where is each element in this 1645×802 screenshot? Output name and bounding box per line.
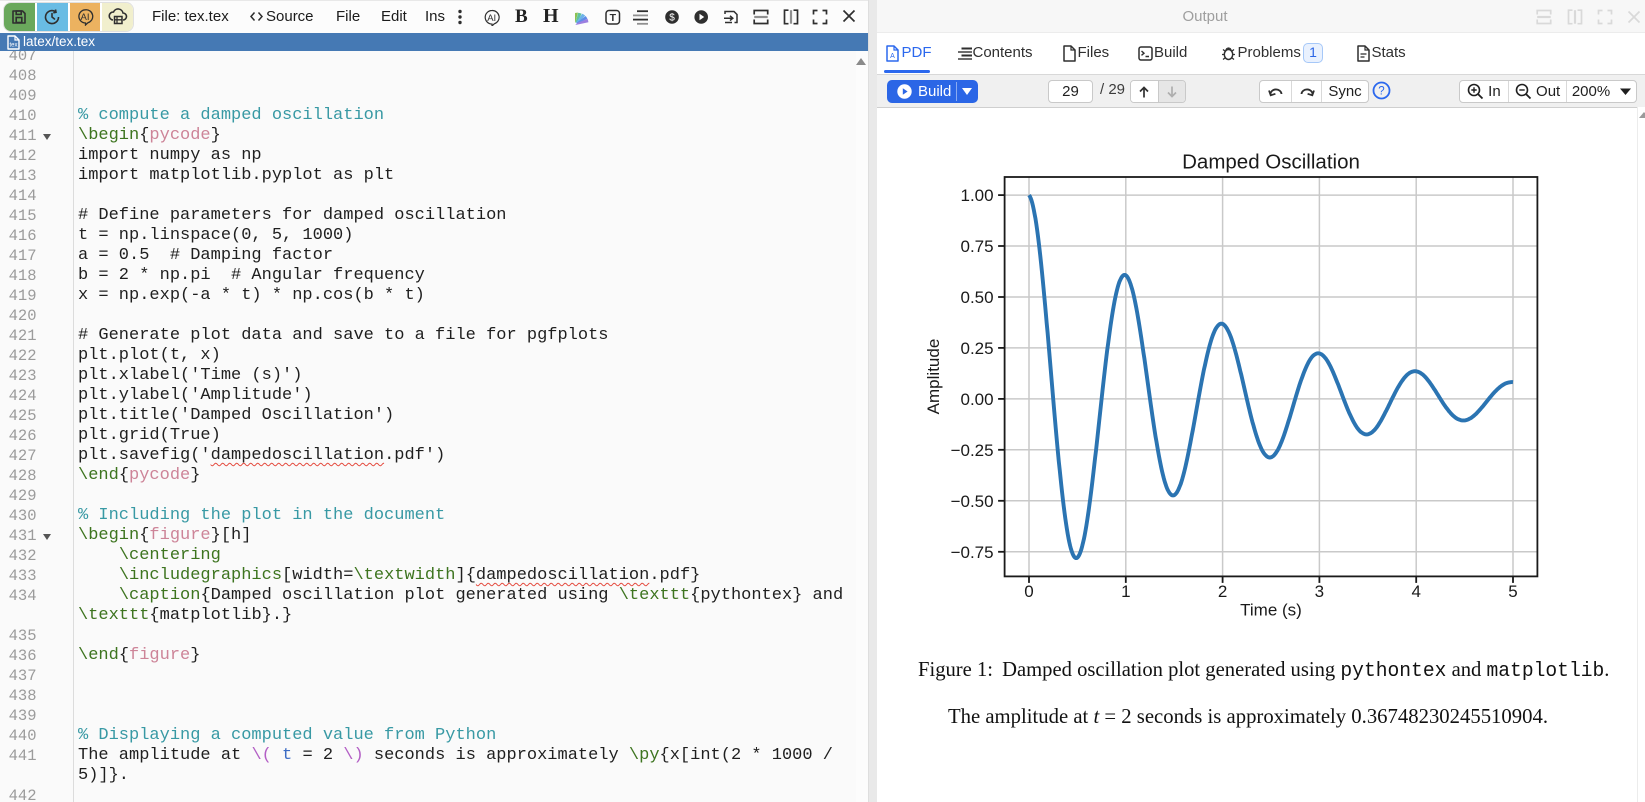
svg-text:0.75: 0.75	[961, 237, 994, 256]
svg-text:?: ?	[1378, 85, 1384, 97]
svg-text:−0.25: −0.25	[951, 441, 994, 460]
svg-text:0: 0	[1024, 582, 1033, 601]
svg-text:1: 1	[1121, 582, 1130, 601]
svg-text:5: 5	[1508, 582, 1517, 601]
svg-text:−0.50: −0.50	[951, 492, 994, 511]
svg-text:AI: AI	[487, 13, 496, 24]
svg-text:Time (s): Time (s)	[1240, 601, 1302, 620]
svg-text:Damped Oscillation: Damped Oscillation	[1182, 151, 1360, 174]
svg-text:Amplitude: Amplitude	[924, 339, 943, 415]
svg-text:1.00: 1.00	[961, 186, 994, 205]
svg-text:tex: tex	[9, 42, 17, 48]
svg-text:0.00: 0.00	[961, 390, 994, 409]
svg-text:0.25: 0.25	[961, 339, 994, 358]
svg-text:−0.75: −0.75	[951, 543, 994, 562]
svg-text:3: 3	[1315, 582, 1324, 601]
svg-text:4: 4	[1411, 582, 1420, 601]
svg-text:T: T	[610, 12, 617, 24]
svg-text:AI: AI	[80, 12, 89, 23]
svg-text:2: 2	[1218, 582, 1227, 601]
svg-text:$: $	[669, 12, 675, 23]
svg-text:A: A	[890, 53, 895, 60]
svg-text:0.50: 0.50	[961, 288, 994, 307]
